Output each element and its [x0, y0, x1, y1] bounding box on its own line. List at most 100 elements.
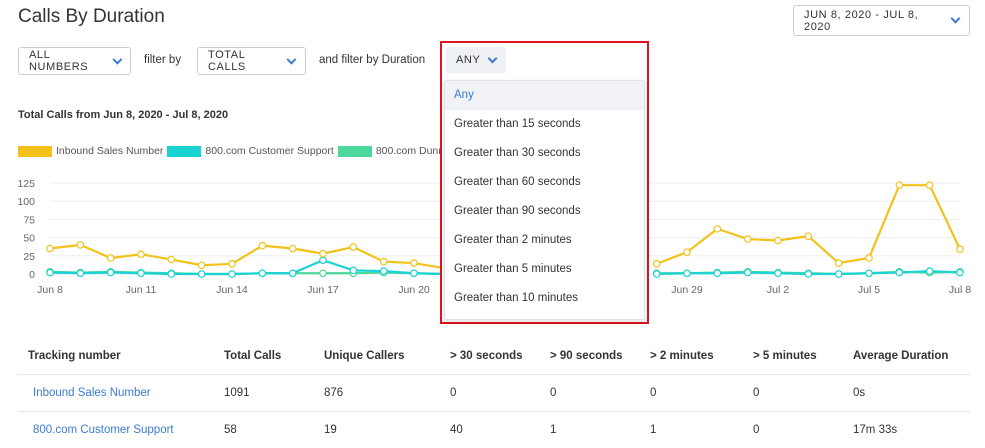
date-range-button[interactable]: JUN 8, 2020 - JUL 8, 2020	[793, 5, 970, 36]
data-point	[925, 181, 934, 189]
duration-dropdown[interactable]: ANY	[446, 47, 506, 73]
table-cell: 0	[650, 387, 657, 399]
table-cell: 0	[550, 387, 557, 399]
table-cell: 0s	[853, 387, 866, 399]
duration-filter-label: and filter by Duration	[319, 54, 426, 66]
y-tick-label: 25	[23, 251, 35, 263]
duration-dropdown-highlight: ANY Any Greater than 15 seconds Greater …	[440, 41, 649, 324]
table-row: 800.com Customer Support 58 19 40 1 1 0 …	[18, 412, 970, 448]
metric-dropdown[interactable]: TOTAL CALLS	[197, 47, 306, 75]
data-point	[137, 269, 145, 278]
column-header: > 2 minutes	[650, 349, 714, 362]
data-point	[258, 241, 267, 250]
duration-option-90s[interactable]: Greater than 90 seconds	[445, 197, 644, 226]
x-tick-label: Jun 20	[398, 284, 430, 296]
data-point	[379, 257, 388, 266]
legend-label: Inbound Sales Number	[56, 145, 164, 157]
chevron-down-icon	[111, 54, 122, 64]
series-line	[656, 184, 961, 265]
duration-option-60s[interactable]: Greater than 60 seconds	[445, 168, 644, 197]
data-point	[895, 181, 904, 189]
data-point	[46, 244, 54, 253]
table-cell: 1	[650, 424, 657, 436]
data-point	[652, 260, 661, 268]
duration-table: Tracking number Total Calls Unique Calle…	[18, 337, 970, 448]
legend-item-inbound[interactable]: Inbound Sales Number	[18, 145, 163, 157]
column-header: > 30 seconds	[450, 349, 523, 362]
duration-option-15s[interactable]: Greater than 15 seconds	[445, 110, 644, 139]
data-point	[167, 255, 176, 264]
duration-option-10m[interactable]: Greater than 10 minutes	[445, 283, 644, 312]
filter-by-label: filter by	[144, 54, 182, 66]
tracking-number-link[interactable]: 800.com Customer Support	[33, 424, 174, 436]
x-tick-label: Jul 8	[949, 284, 971, 296]
data-point	[46, 268, 54, 277]
tracking-number-link[interactable]: Inbound Sales Number	[33, 387, 151, 399]
legend-swatch	[337, 145, 372, 157]
legend-item-support[interactable]: 800.com Customer Support	[167, 145, 334, 157]
data-point	[106, 254, 115, 262]
data-point	[379, 267, 388, 275]
data-point	[683, 248, 691, 256]
data-point	[410, 269, 418, 278]
x-tick-label: Jul 2	[767, 284, 789, 296]
table-cell: 17m 33s	[853, 424, 898, 436]
chart-legend: Inbound Sales Number 800.com Customer Su…	[18, 145, 462, 157]
table-cell: 1	[550, 424, 557, 436]
metric-dropdown-label: TOTAL CALLS	[208, 49, 246, 73]
table-header-row: Tracking number Total Calls Unique Calle…	[18, 337, 970, 375]
y-tick-label: 75	[23, 214, 35, 226]
data-point	[319, 249, 327, 258]
data-point	[137, 250, 145, 259]
duration-option-5m[interactable]: Greater than 5 minutes	[445, 254, 644, 283]
x-tick-label: Jun 17	[307, 284, 339, 296]
column-header: Unique Callers	[324, 349, 405, 362]
data-point	[197, 261, 206, 270]
data-point	[713, 225, 722, 233]
column-header: Tracking number	[28, 349, 121, 362]
data-point	[713, 269, 722, 278]
data-point	[319, 269, 327, 278]
x-tick-label: Jun 8	[37, 284, 63, 296]
y-tick-label: 50	[23, 233, 35, 245]
y-tick-label: 100	[17, 196, 35, 208]
table-cell: 40	[450, 424, 463, 436]
legend-swatch	[18, 145, 52, 157]
data-point	[349, 266, 358, 275]
table-cell: 1091	[224, 387, 250, 399]
page-title: Calls By Duration	[18, 6, 165, 27]
table-cell: 876	[324, 387, 344, 399]
numbers-dropdown[interactable]: ALL NUMBERS	[18, 47, 131, 75]
data-point	[167, 270, 176, 278]
data-point	[774, 269, 782, 278]
data-point	[197, 270, 206, 278]
legend-label: 800.com Customer Support	[205, 145, 334, 157]
x-tick-label: Jul 5	[858, 284, 880, 296]
data-point	[683, 269, 691, 278]
duration-option-2m[interactable]: Greater than 2 minutes	[445, 225, 644, 254]
data-point	[956, 268, 964, 277]
data-point	[743, 268, 752, 277]
data-point	[288, 244, 297, 253]
data-point	[925, 267, 934, 275]
table-cell: 58	[224, 424, 237, 436]
data-point	[76, 269, 85, 278]
duration-dropdown-menu: Any Greater than 15 seconds Greater than…	[444, 80, 645, 320]
legend-swatch	[167, 145, 202, 157]
data-point	[258, 269, 267, 278]
data-point	[804, 232, 813, 240]
data-point	[804, 270, 813, 278]
duration-option-30s[interactable]: Greater than 30 seconds	[445, 139, 644, 168]
chevron-down-icon	[487, 53, 498, 63]
data-point	[774, 236, 782, 245]
x-tick-label: Jun 29	[671, 284, 703, 296]
chevron-down-icon	[950, 13, 961, 24]
y-tick-label: 0	[29, 269, 35, 281]
column-header: Total Calls	[224, 349, 282, 362]
data-point	[652, 270, 661, 278]
duration-option-any[interactable]: Any	[445, 81, 644, 110]
chevron-down-icon	[286, 54, 297, 64]
table-cell: 0	[450, 387, 457, 399]
data-point	[956, 245, 964, 254]
data-point	[865, 254, 873, 262]
